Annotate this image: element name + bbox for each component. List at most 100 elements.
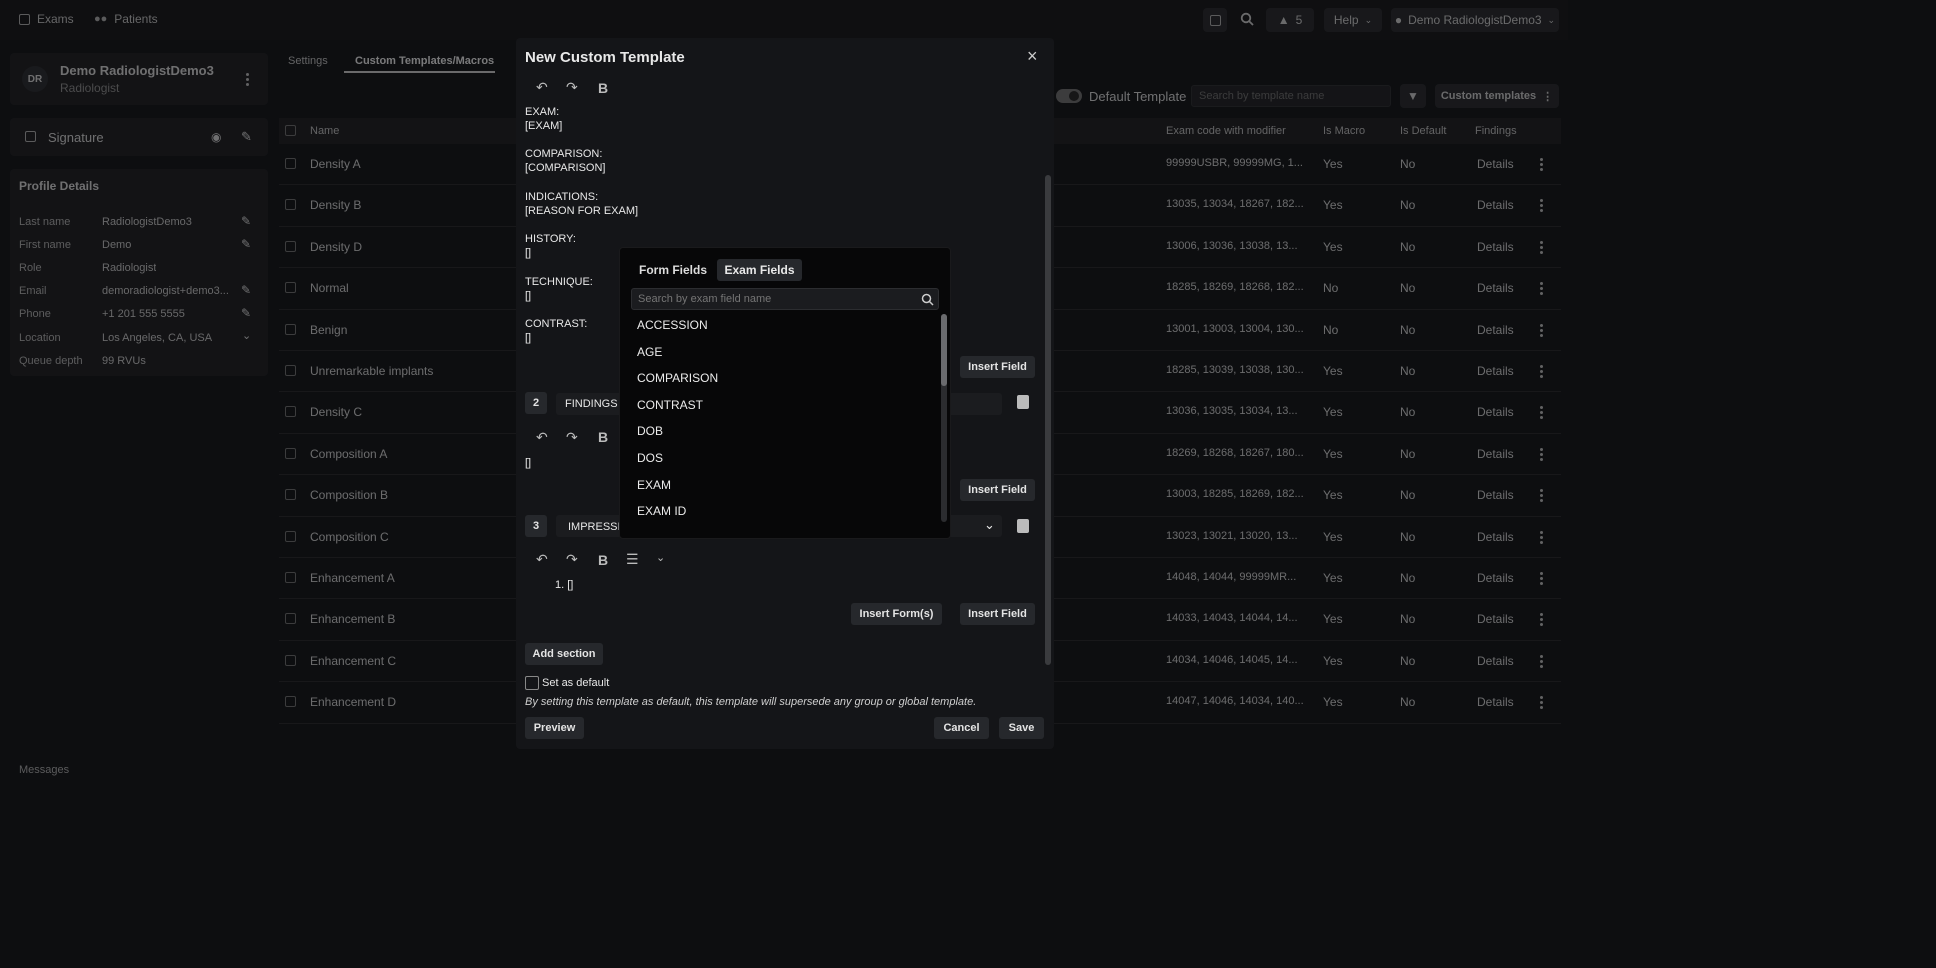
col-name[interactable]: Name — [310, 125, 339, 137]
row-menu-icon[interactable] — [1540, 197, 1544, 214]
undo-icon[interactable]: ↶ — [536, 551, 548, 568]
row-menu-icon[interactable] — [1540, 322, 1544, 339]
section-body[interactable]: [] — [525, 457, 531, 469]
eye-icon[interactable]: ◉ — [211, 130, 221, 144]
tab-form-fields[interactable]: Form Fields — [639, 263, 707, 277]
row-menu-icon[interactable] — [1540, 529, 1544, 546]
details-link[interactable]: Details — [1477, 281, 1514, 295]
row-checkbox[interactable] — [285, 282, 296, 294]
row-menu-icon[interactable] — [1540, 570, 1544, 587]
field-item[interactable]: AGE — [637, 345, 662, 359]
row-menu-icon[interactable] — [1540, 404, 1544, 421]
details-link[interactable]: Details — [1477, 405, 1514, 419]
details-link[interactable]: Details — [1477, 157, 1514, 171]
chevron-down-icon[interactable]: ⌄ — [242, 329, 251, 342]
details-link[interactable]: Details — [1477, 571, 1514, 585]
row-checkbox[interactable] — [285, 696, 296, 708]
profile-menu-icon[interactable] — [246, 71, 250, 88]
tab-exam-fields[interactable]: Exam Fields — [717, 259, 802, 281]
undo-icon[interactable]: ↶ — [536, 79, 548, 96]
row-checkbox[interactable] — [285, 654, 296, 666]
help-button[interactable]: Help ⌄ — [1324, 8, 1382, 32]
row-checkbox[interactable] — [285, 530, 296, 542]
row-checkbox[interactable] — [285, 406, 296, 418]
row-checkbox[interactable] — [285, 613, 296, 625]
col-is-macro[interactable]: Is Macro — [1323, 125, 1365, 137]
redo-icon[interactable]: ↷ — [566, 429, 578, 446]
details-link[interactable]: Details — [1477, 654, 1514, 668]
row-checkbox[interactable] — [285, 447, 296, 459]
row-menu-icon[interactable] — [1540, 694, 1544, 711]
pencil-icon[interactable]: ✎ — [241, 129, 252, 145]
row-checkbox[interactable] — [285, 572, 296, 583]
user-menu-button[interactable]: ● Demo RadiologistDemo3 ⌄ — [1391, 8, 1559, 32]
insert-field-button[interactable]: Insert Field — [960, 356, 1035, 378]
chevron-down-icon[interactable]: ⌄ — [656, 551, 665, 564]
details-link[interactable]: Details — [1477, 240, 1514, 254]
details-link[interactable]: Details — [1477, 488, 1514, 502]
search-icon[interactable] — [1240, 12, 1254, 26]
field-item[interactable]: EXAM ID — [637, 504, 686, 518]
save-button[interactable]: Save — [999, 717, 1044, 739]
col-is-default[interactable]: Is Default — [1400, 125, 1446, 137]
details-link[interactable]: Details — [1477, 364, 1514, 378]
template-search-input[interactable] — [1191, 85, 1391, 107]
select-all-checkbox[interactable] — [285, 125, 296, 136]
row-checkbox[interactable] — [285, 158, 296, 169]
insert-field-button[interactable]: Insert Field — [960, 603, 1035, 625]
undo-icon[interactable]: ↶ — [536, 429, 548, 446]
details-link[interactable]: Details — [1477, 530, 1514, 544]
field-item[interactable]: ACCESSION — [637, 318, 708, 332]
details-link[interactable]: Details — [1477, 612, 1514, 626]
field-item[interactable]: COMPARISON — [637, 371, 718, 385]
modal-scrollbar[interactable] — [1045, 175, 1051, 665]
row-checkbox[interactable] — [285, 489, 296, 501]
clipboard-button[interactable] — [1203, 8, 1227, 32]
row-checkbox[interactable] — [285, 240, 296, 252]
row-menu-icon[interactable] — [1540, 363, 1544, 380]
tab-settings[interactable]: Settings — [288, 55, 328, 67]
field-item[interactable]: CONTRAST — [637, 398, 703, 412]
row-menu-icon[interactable] — [1540, 239, 1544, 256]
cancel-button[interactable]: Cancel — [934, 717, 989, 739]
row-menu-icon[interactable] — [1540, 280, 1544, 297]
trash-icon[interactable] — [1017, 519, 1029, 533]
row-menu-icon[interactable] — [1540, 446, 1544, 463]
default-template-toggle[interactable] — [1056, 89, 1082, 103]
close-icon[interactable]: × — [1027, 46, 1038, 67]
field-item[interactable]: EXAM — [637, 478, 671, 492]
section-body[interactable]: 1. [] — [555, 579, 573, 591]
chevron-down-icon[interactable]: ⌄ — [984, 517, 995, 533]
row-menu-icon[interactable] — [1540, 653, 1544, 670]
details-link[interactable]: Details — [1477, 447, 1514, 461]
pencil-icon[interactable]: ✎ — [241, 237, 251, 251]
tab-custom-templates[interactable]: Custom Templates/Macros — [355, 55, 494, 67]
insert-forms-button[interactable]: Insert Form(s) — [851, 603, 942, 625]
details-link[interactable]: Details — [1477, 695, 1514, 709]
redo-icon[interactable]: ↷ — [566, 79, 578, 96]
field-item[interactable]: DOB — [637, 424, 663, 438]
field-search-input[interactable] — [631, 288, 939, 310]
insert-field-button[interactable]: Insert Field — [960, 479, 1035, 501]
row-checkbox[interactable] — [285, 199, 296, 211]
custom-templates-button[interactable]: Custom templates ⋮ — [1435, 84, 1559, 108]
row-checkbox[interactable] — [285, 323, 296, 335]
row-menu-icon[interactable] — [1540, 611, 1544, 628]
row-menu-icon[interactable] — [1540, 487, 1544, 504]
nav-exams[interactable]: Exams — [19, 12, 74, 26]
redo-icon[interactable]: ↷ — [566, 551, 578, 568]
row-checkbox[interactable] — [285, 365, 296, 376]
details-link[interactable]: Details — [1477, 198, 1514, 212]
col-exam-code[interactable]: Exam code with modifier — [1166, 125, 1286, 137]
nav-patients[interactable]: ●● Patients — [94, 12, 158, 26]
notifications-button[interactable]: ▲ 5 — [1266, 8, 1314, 32]
filter-button[interactable]: ▼ — [1400, 84, 1426, 108]
add-section-button[interactable]: Add section — [525, 643, 603, 665]
set-default-checkbox[interactable] — [525, 676, 539, 690]
preview-button[interactable]: Preview — [525, 717, 584, 739]
bold-icon[interactable]: B — [598, 80, 608, 96]
messages-label[interactable]: Messages — [19, 764, 69, 776]
row-menu-icon[interactable] — [1540, 156, 1544, 173]
list-icon[interactable]: ☰ — [626, 551, 639, 568]
bold-icon[interactable]: B — [598, 552, 608, 568]
